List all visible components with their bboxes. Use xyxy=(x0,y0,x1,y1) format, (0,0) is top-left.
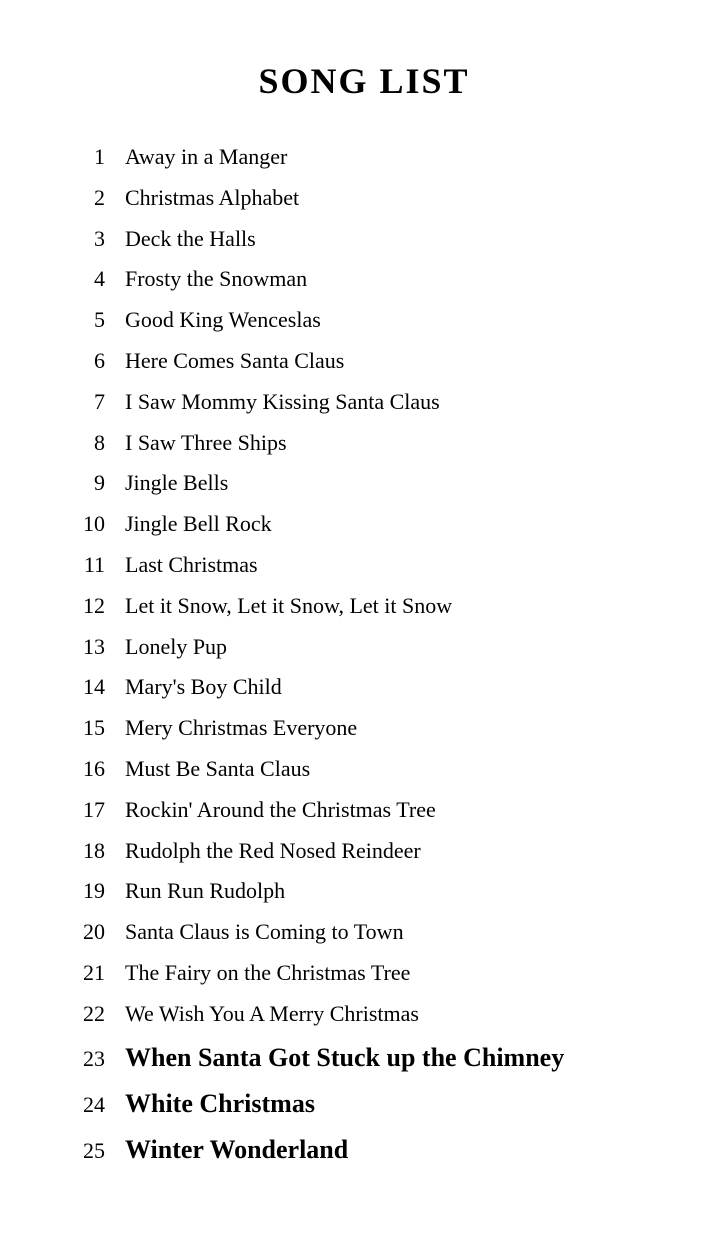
song-number: 10 xyxy=(80,511,125,537)
song-title: I Saw Three Ships xyxy=(125,428,287,459)
list-item: 22We Wish You A Merry Christmas xyxy=(80,999,648,1030)
song-number: 20 xyxy=(80,919,125,945)
song-number: 8 xyxy=(80,430,125,456)
song-number: 2 xyxy=(80,185,125,211)
song-title: Deck the Halls xyxy=(125,224,256,255)
song-title: The Fairy on the Christmas Tree xyxy=(125,958,410,989)
song-number: 7 xyxy=(80,389,125,415)
song-title: Here Comes Santa Claus xyxy=(125,346,344,377)
song-number: 14 xyxy=(80,674,125,700)
song-title: We Wish You A Merry Christmas xyxy=(125,999,419,1030)
song-title: Santa Claus is Coming to Town xyxy=(125,917,404,948)
song-number: 16 xyxy=(80,756,125,782)
song-title: Run Run Rudolph xyxy=(125,876,285,907)
song-title: White Christmas xyxy=(125,1086,315,1122)
list-item: 20 Santa Claus is Coming to Town xyxy=(80,917,648,948)
list-item: 14Mary's Boy Child xyxy=(80,672,648,703)
song-title: Mery Christmas Everyone xyxy=(125,713,357,744)
list-item: 13Lonely Pup xyxy=(80,632,648,663)
song-title: Jingle Bells xyxy=(125,468,228,499)
song-number: 1 xyxy=(80,144,125,170)
list-item: 21The Fairy on the Christmas Tree xyxy=(80,958,648,989)
list-item: 24 White Christmas xyxy=(80,1086,648,1122)
song-title: Christmas Alphabet xyxy=(125,183,299,214)
song-number: 6 xyxy=(80,348,125,374)
song-title: Let it Snow, Let it Snow, Let it Snow xyxy=(125,591,452,622)
list-item: 8I Saw Three Ships xyxy=(80,428,648,459)
song-number: 25 xyxy=(80,1138,125,1164)
song-title: When Santa Got Stuck up the Chimney xyxy=(125,1040,564,1076)
song-number: 21 xyxy=(80,960,125,986)
song-title: Last Christmas xyxy=(125,550,258,581)
song-title: I Saw Mommy Kissing Santa Claus xyxy=(125,387,440,418)
page: SONG LIST 1Away in a Manger2Christmas Al… xyxy=(0,0,728,1239)
song-number: 4 xyxy=(80,266,125,292)
list-item: 25Winter Wonderland xyxy=(80,1132,648,1168)
song-title: Must Be Santa Claus xyxy=(125,754,310,785)
song-number: 24 xyxy=(80,1092,125,1118)
song-number: 13 xyxy=(80,634,125,660)
song-number: 22 xyxy=(80,1001,125,1027)
list-item: 19Run Run Rudolph xyxy=(80,876,648,907)
song-title: Away in a Manger xyxy=(125,142,287,173)
list-item: 17Rockin' Around the Christmas Tree xyxy=(80,795,648,826)
song-title: Lonely Pup xyxy=(125,632,227,663)
song-number: 12 xyxy=(80,593,125,619)
list-item: 12Let it Snow, Let it Snow, Let it Snow xyxy=(80,591,648,622)
list-item: 2Christmas Alphabet xyxy=(80,183,648,214)
song-title: Rudolph the Red Nosed Reindeer xyxy=(125,836,421,867)
list-item: 4Frosty the Snowman xyxy=(80,264,648,295)
song-number: 18 xyxy=(80,838,125,864)
list-item: 11Last Christmas xyxy=(80,550,648,581)
song-number: 3 xyxy=(80,226,125,252)
song-title: Frosty the Snowman xyxy=(125,264,307,295)
song-number: 17 xyxy=(80,797,125,823)
list-item: 15Mery Christmas Everyone xyxy=(80,713,648,744)
song-number: 11 xyxy=(80,552,125,578)
list-item: 6Here Comes Santa Claus xyxy=(80,346,648,377)
song-title: Mary's Boy Child xyxy=(125,672,282,703)
list-item: 10Jingle Bell Rock xyxy=(80,509,648,540)
song-number: 23 xyxy=(80,1046,125,1072)
list-item: 16 Must Be Santa Claus xyxy=(80,754,648,785)
song-number: 9 xyxy=(80,470,125,496)
list-item: 5Good King Wenceslas xyxy=(80,305,648,336)
list-item: 23When Santa Got Stuck up the Chimney xyxy=(80,1040,648,1076)
song-title: Jingle Bell Rock xyxy=(125,509,272,540)
page-title: SONG LIST xyxy=(80,60,648,102)
song-title: Rockin' Around the Christmas Tree xyxy=(125,795,436,826)
song-number: 5 xyxy=(80,307,125,333)
song-number: 19 xyxy=(80,878,125,904)
list-item: 18Rudolph the Red Nosed Reindeer xyxy=(80,836,648,867)
list-item: 3Deck the Halls xyxy=(80,224,648,255)
list-item: 7I Saw Mommy Kissing Santa Claus xyxy=(80,387,648,418)
song-list: 1Away in a Manger2Christmas Alphabet3Dec… xyxy=(80,142,648,1169)
song-title: Good King Wenceslas xyxy=(125,305,321,336)
list-item: 1Away in a Manger xyxy=(80,142,648,173)
list-item: 9 Jingle Bells xyxy=(80,468,648,499)
song-number: 15 xyxy=(80,715,125,741)
song-title: Winter Wonderland xyxy=(125,1132,348,1168)
